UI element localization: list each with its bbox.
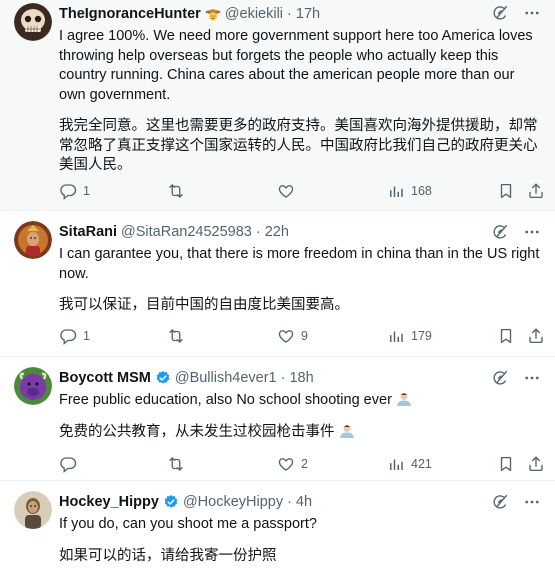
display-name[interactable]: Hockey_Hippy	[59, 494, 159, 510]
retweet-icon	[167, 327, 185, 345]
share-button[interactable]	[527, 327, 545, 345]
reply-count: 1	[83, 184, 90, 198]
bookmark-icon	[497, 327, 515, 345]
hippy-avatar-image	[14, 491, 52, 529]
tweet-text-en: If you do, can you shoot me a passport?	[59, 516, 317, 532]
share-icon	[527, 327, 545, 345]
like-icon	[277, 455, 295, 473]
reply-icon	[59, 455, 77, 473]
like-count: 2	[301, 457, 308, 471]
share-button[interactable]	[527, 182, 545, 200]
tweet-text-zh: 免费的公共教育，从未发生过校园枪击事件	[59, 423, 541, 443]
tweet-card[interactable]: TheIgnoranceHunter @ekiekili · 17h I agr…	[0, 0, 555, 211]
more-icon[interactable]	[523, 4, 541, 22]
tweet-text-en: I agree 100%. We need more government su…	[59, 28, 533, 103]
tweet-text-zh: 如果可以的话，请给我寄一份护照	[59, 547, 277, 564]
verified-badge-icon	[163, 494, 179, 510]
avatar[interactable]	[14, 491, 52, 529]
retweet-button[interactable]	[167, 182, 191, 200]
cowboy-emoji-icon	[205, 9, 221, 21]
man-shrugging-emoji-icon	[396, 393, 411, 406]
bull-avatar-image	[14, 367, 52, 405]
tweet-text-en: Free public education, also No school sh…	[59, 391, 541, 411]
reply-button[interactable]: 1	[59, 327, 90, 345]
bookmark-button[interactable]	[497, 455, 515, 473]
retweet-button[interactable]	[167, 455, 191, 473]
user-handle[interactable]: @HockeyHippy	[183, 494, 283, 510]
reply-icon	[59, 327, 77, 345]
reply-button[interactable]	[59, 455, 83, 473]
action-bar: 1 168	[59, 181, 541, 201]
reply-count: 1	[83, 329, 90, 343]
share-icon	[527, 182, 545, 200]
like-count: 9	[301, 329, 308, 343]
avatar[interactable]	[14, 3, 52, 41]
deity-avatar-image	[14, 221, 52, 259]
user-handle[interactable]: @SitaRan24525983	[121, 224, 252, 240]
retweet-button[interactable]	[167, 327, 191, 345]
share-icon	[527, 455, 545, 473]
reply-icon	[59, 182, 77, 200]
views-button[interactable]: 421	[387, 455, 432, 473]
like-button[interactable]	[277, 182, 301, 200]
display-name[interactable]: SitaRani	[59, 224, 117, 240]
user-handle[interactable]: @ekiekili	[225, 6, 283, 22]
action-bar: 1 9 179	[59, 326, 541, 346]
more-icon[interactable]	[523, 369, 541, 387]
bookmark-icon	[497, 182, 515, 200]
grok-icon[interactable]	[491, 223, 509, 241]
verified-badge-icon	[155, 370, 171, 386]
skull-avatar-image	[14, 3, 52, 41]
grok-icon[interactable]	[491, 4, 509, 22]
grok-icon[interactable]	[491, 493, 509, 511]
tweet-text-zh: 我可以保证，目前中国的自由度比美国要高。	[59, 297, 349, 313]
like-icon	[277, 327, 295, 345]
more-icon[interactable]	[523, 223, 541, 241]
views-button[interactable]: 168	[387, 182, 432, 200]
views-icon	[387, 182, 405, 200]
like-button[interactable]: 2	[277, 455, 308, 473]
user-handle[interactable]: @Bullish4ever1	[175, 370, 277, 386]
tweet-card[interactable]: Boycott MSM @Bullish4ever1 · 18h Free pu…	[0, 357, 555, 481]
bookmark-icon	[497, 455, 515, 473]
action-bar: 2 421	[59, 454, 541, 474]
bookmark-button[interactable]	[497, 327, 515, 345]
like-icon	[277, 182, 295, 200]
timestamp[interactable]: 18h	[289, 370, 313, 386]
man-shrugging-emoji-icon	[339, 424, 354, 438]
bookmark-button[interactable]	[497, 182, 515, 200]
tweet-card[interactable]: Hockey_Hippy @HockeyHippy · 4h If you do…	[0, 481, 555, 581]
views-icon	[387, 327, 405, 345]
avatar[interactable]	[14, 221, 52, 259]
display-name[interactable]: TheIgnoranceHunter	[59, 6, 201, 22]
timestamp[interactable]: 17h	[296, 6, 320, 22]
tweet-card[interactable]: SitaRani @SitaRan24525983 · 22h I can ga…	[0, 211, 555, 357]
separator-dot: ·	[287, 6, 292, 22]
timestamp[interactable]: 4h	[296, 494, 312, 510]
avatar[interactable]	[14, 367, 52, 405]
retweet-icon	[167, 182, 185, 200]
views-count: 179	[411, 329, 432, 343]
like-button[interactable]: 9	[277, 327, 308, 345]
views-button[interactable]: 179	[387, 327, 432, 345]
separator-dot: ·	[280, 370, 286, 386]
tweet-text-en: I can garantee you, that there is more f…	[59, 246, 540, 282]
grok-icon[interactable]	[491, 369, 509, 387]
separator-dot: ·	[287, 494, 292, 510]
views-icon	[387, 455, 405, 473]
reply-button[interactable]: 1	[59, 182, 90, 200]
tweet-text-zh: 我完全同意。这里也需要更多的政府支持。美国喜欢向海外提供援助，却常常忽略了真正支…	[59, 118, 538, 173]
retweet-icon	[167, 455, 185, 473]
more-icon[interactable]	[523, 493, 541, 511]
display-name[interactable]: Boycott MSM	[59, 370, 151, 386]
views-count: 421	[411, 457, 432, 471]
share-button[interactable]	[527, 455, 545, 473]
separator-dot: ·	[255, 224, 261, 240]
views-count: 168	[411, 184, 432, 198]
timestamp[interactable]: 22h	[265, 224, 289, 240]
